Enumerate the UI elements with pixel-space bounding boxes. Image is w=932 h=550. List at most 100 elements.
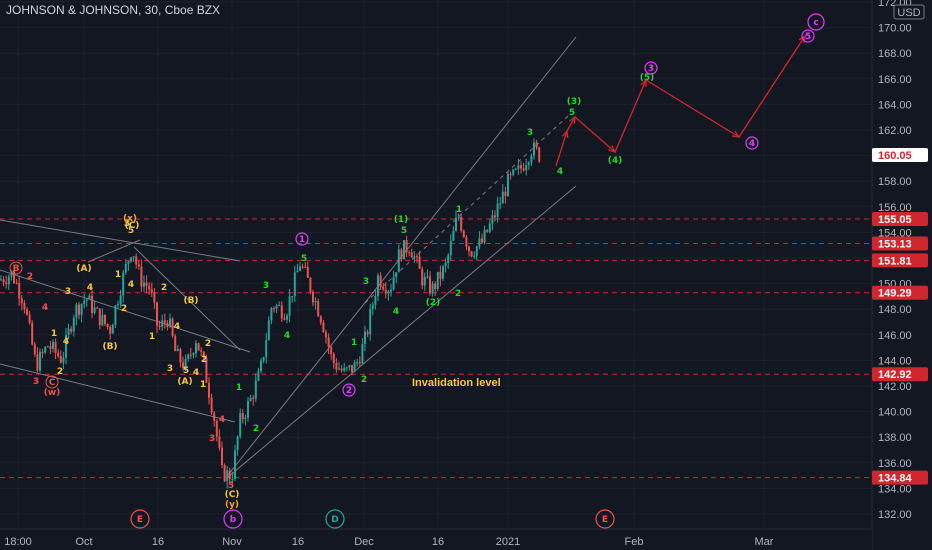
candle-body <box>319 316 322 323</box>
candle-body <box>447 255 450 263</box>
candle-body <box>431 283 434 294</box>
candle-body <box>382 287 385 290</box>
candle-body <box>59 356 62 363</box>
candle-body <box>70 328 73 332</box>
cycle-marker-label: b <box>230 515 237 525</box>
candle-body <box>75 304 78 318</box>
wave-label: 2 <box>361 375 367 385</box>
candle-body <box>46 346 49 348</box>
candle-body <box>301 266 304 268</box>
candle-body <box>270 308 273 321</box>
candle-body <box>262 357 265 361</box>
candle-body <box>109 327 112 334</box>
candle-body <box>62 357 65 363</box>
candle-body <box>455 217 457 231</box>
candle-body <box>28 314 31 323</box>
price-tick-label: 148.00 <box>878 304 912 316</box>
candle-body <box>468 246 470 252</box>
price-chart[interactable]: B243 C(w)2143(A)4(B)1234(x)(C)5214(B)3 5(A… <box>0 0 932 550</box>
candle-body <box>137 264 140 267</box>
level-tag-label: 134.84 <box>878 473 913 485</box>
invalidation-annotation: Invalidation level <box>412 377 501 389</box>
candle-body <box>314 301 317 303</box>
candle-body <box>104 314 106 324</box>
candle-body <box>501 191 504 204</box>
last-price-label: 160.05 <box>878 150 912 162</box>
time-tick-label: Feb <box>625 536 644 548</box>
candle-body <box>452 230 455 241</box>
candle-body <box>312 291 314 303</box>
candle-body <box>254 380 257 399</box>
candle-body <box>247 401 249 418</box>
candle-body <box>197 343 200 351</box>
candle-body <box>327 337 330 348</box>
candle-body <box>449 240 452 256</box>
candle-body <box>169 318 171 327</box>
candle-body <box>486 229 489 232</box>
candle-body <box>364 331 366 344</box>
wave-label: 3 <box>527 128 533 138</box>
wave-label: 2 <box>201 355 207 365</box>
candle-body <box>332 354 335 363</box>
candle-body <box>195 343 197 354</box>
candle-body <box>330 347 333 355</box>
wave-label: 4 <box>128 280 134 290</box>
wave-circle-label: 5 <box>805 32 811 42</box>
wave-circle-label: 2 <box>346 386 352 396</box>
wave-label: (1) <box>394 215 409 225</box>
wave-label: C <box>49 378 56 388</box>
wave-circle-label: c <box>813 18 818 28</box>
candle-body <box>473 255 476 257</box>
wave-label: 1 <box>351 338 357 348</box>
candle-body <box>348 365 351 368</box>
candle-body <box>252 397 255 399</box>
level-tag-label: 153.13 <box>878 239 912 251</box>
wave-label: (w) <box>44 388 61 398</box>
candle-body <box>491 215 494 224</box>
candle-body <box>241 413 244 420</box>
candle-body <box>78 304 80 315</box>
candle-body <box>213 412 216 421</box>
price-tick-label: 132.00 <box>878 509 912 521</box>
candle-body <box>403 240 405 260</box>
candle-body <box>530 155 533 163</box>
candle-body <box>31 322 34 345</box>
wave-label: 4 <box>174 322 180 332</box>
price-axis[interactable]: 132.00 134.00 136.00 138.00 140.00 142.00 144.… <box>871 0 932 550</box>
candle-body <box>119 295 122 305</box>
candle-body <box>309 277 312 292</box>
candle-body <box>189 354 192 356</box>
wave-label: (2) <box>426 298 441 308</box>
time-tick-label: Dec <box>354 536 374 548</box>
wave-label: 5 <box>128 226 134 236</box>
candle-body <box>439 271 442 279</box>
chart-background <box>0 0 932 550</box>
wave-label: 2 <box>57 367 63 377</box>
candle-body <box>176 349 179 352</box>
time-tick-label: Mar <box>755 536 774 548</box>
candle-body <box>306 267 309 278</box>
price-tick-label: 140.00 <box>878 407 912 419</box>
candle-body <box>88 295 91 300</box>
wave-label: 5 <box>401 226 407 236</box>
candle-body <box>221 447 223 466</box>
candle-body <box>520 165 522 169</box>
time-axis[interactable]: 18:00 Oct 16 Nov 16 Dec 16 2021 Feb Mar <box>0 528 872 550</box>
candle-body <box>416 256 418 258</box>
wave-label: 1 <box>149 332 155 342</box>
price-tick-label: 136.00 <box>878 458 912 470</box>
price-tick-label: 142.00 <box>878 381 912 393</box>
candle-body <box>200 350 203 352</box>
candle-body <box>161 320 164 327</box>
wave-label: B <box>13 264 20 274</box>
candle-body <box>522 168 525 171</box>
price-tick-label: 168.00 <box>878 48 912 60</box>
candle-body <box>106 323 109 328</box>
time-tick-label: Oct <box>75 536 92 548</box>
wave-label: 1 <box>51 329 57 339</box>
wave-label: 3 <box>65 287 71 297</box>
wave-label: 4 <box>42 303 48 313</box>
time-tick-label: 16 <box>432 536 444 548</box>
wave-label: (C) <box>225 490 240 500</box>
cycle-marker-label: D <box>331 515 338 525</box>
